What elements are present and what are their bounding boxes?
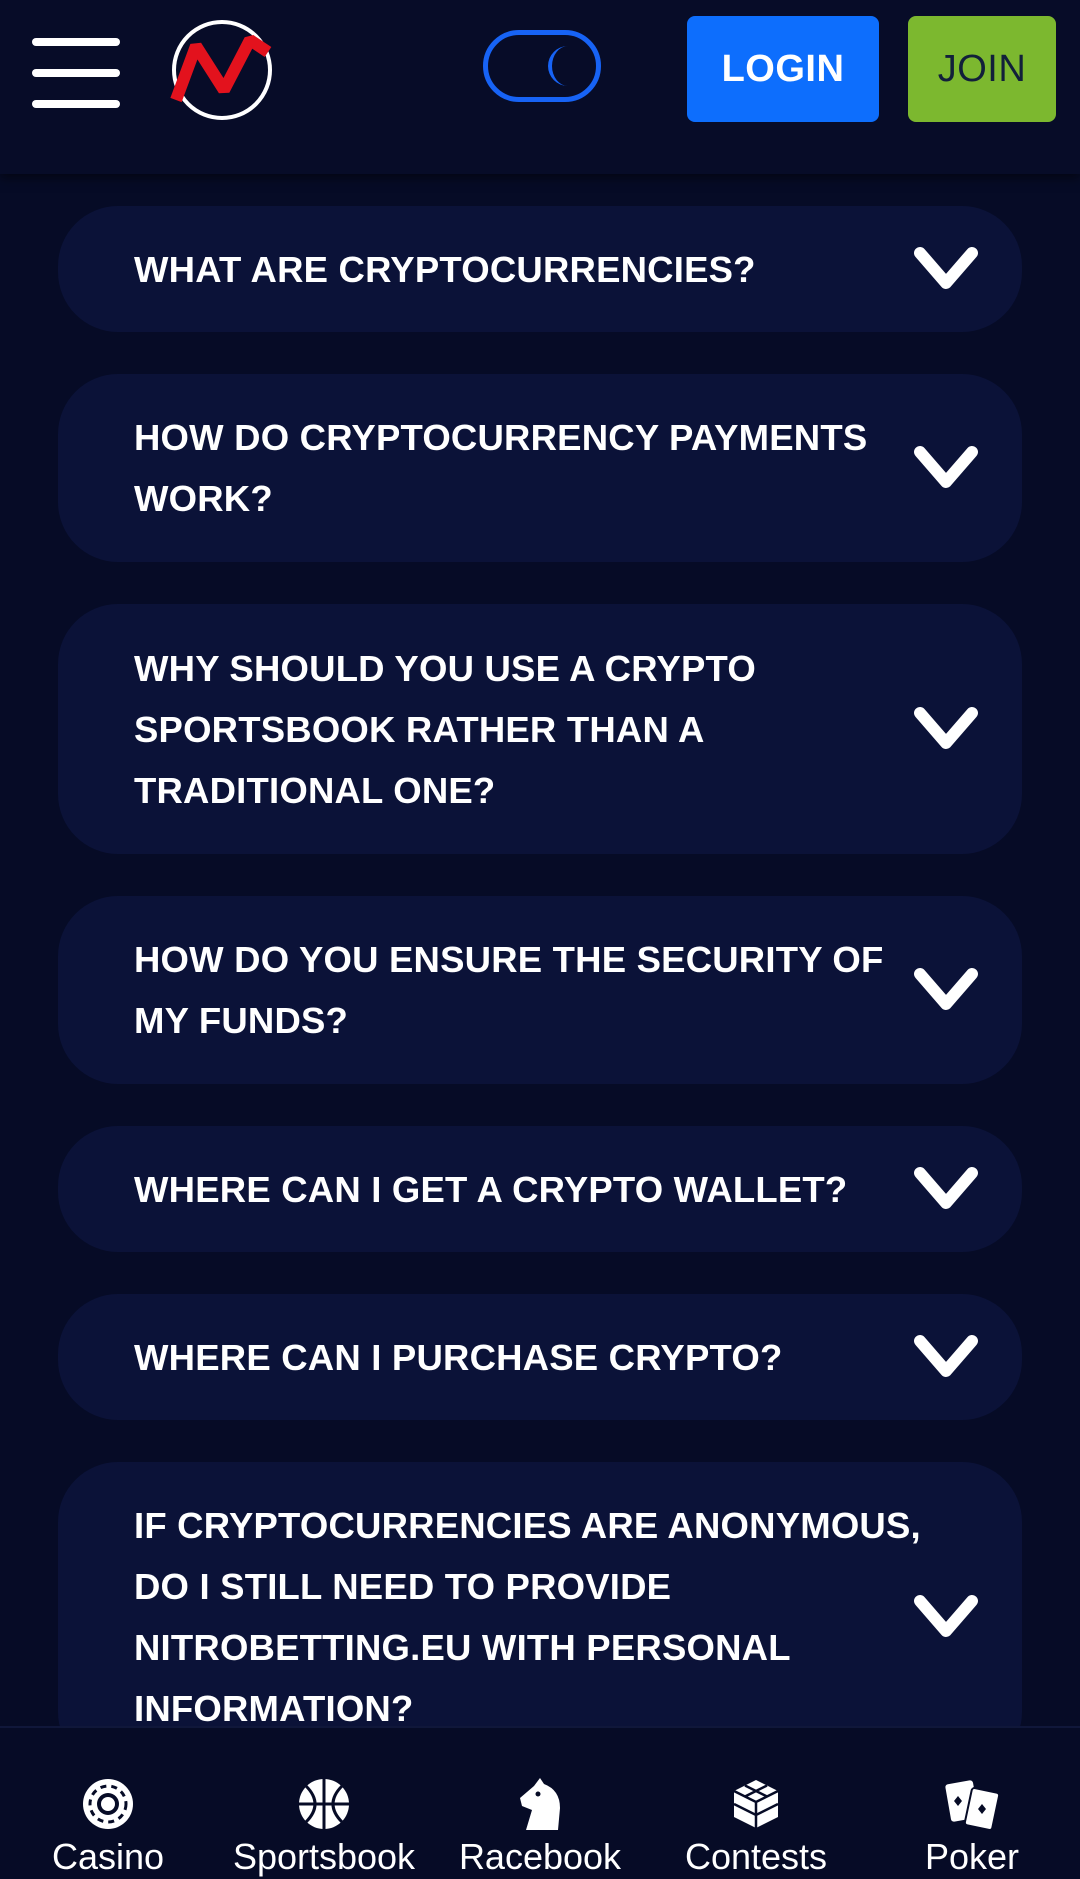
faq-item[interactable]: WHY SHOULD YOU USE A CRYPTO SPORTSBOOK R…: [58, 604, 1022, 854]
faq-question: WHERE CAN I PURCHASE CRYPTO?: [134, 1336, 783, 1378]
moon-icon: [548, 46, 568, 86]
chevron-down-icon: [914, 1335, 978, 1377]
bottom-nav: Casino Sportsbook Racebook Contests Poke…: [0, 1726, 1080, 1879]
faq-question: WHERE CAN I GET A CRYPTO WALLET?: [134, 1168, 848, 1210]
chevron-down-icon: [914, 1167, 978, 1209]
chevron-down-icon: [914, 247, 978, 289]
nav-item-racebook[interactable]: Racebook: [432, 1728, 648, 1879]
faq-item[interactable]: WHERE CAN I PURCHASE CRYPTO?: [58, 1294, 1022, 1420]
nav-item-poker[interactable]: Poker: [864, 1728, 1080, 1879]
faq-item[interactable]: WHAT ARE CRYPTOCURRENCIES?: [58, 206, 1022, 332]
chevron-down-icon: [914, 968, 978, 1010]
faq-question: HOW DO CRYPTOCURRENCY PAYMENTS WORK?: [134, 417, 868, 519]
nav-label: Racebook: [458, 1836, 622, 1877]
faq-question: IF CRYPTOCURRENCIES ARE ANONYMOUS, DO I …: [134, 1505, 921, 1729]
faq-item[interactable]: HOW DO YOU ENSURE THE SECURITY OF MY FUN…: [58, 896, 1022, 1084]
top-header: LOGIN JOIN: [0, 0, 1080, 174]
casino-chip-icon: [83, 1779, 133, 1829]
faq-item[interactable]: HOW DO CRYPTOCURRENCY PAYMENTS WORK?: [58, 374, 1022, 562]
nav-label: Contests: [684, 1836, 828, 1877]
chevron-down-icon: [914, 446, 978, 488]
faq-question: WHY SHOULD YOU USE A CRYPTO SPORTSBOOK R…: [134, 647, 756, 811]
menu-icon[interactable]: [32, 38, 120, 108]
nav-item-contests[interactable]: Contests: [648, 1728, 864, 1879]
cube-icon: [733, 1780, 779, 1828]
faq-question: WHAT ARE CRYPTOCURRENCIES?: [134, 248, 756, 290]
nav-label: Poker: [924, 1836, 1020, 1877]
faq-item[interactable]: WHERE CAN I GET A CRYPTO WALLET?: [58, 1126, 1022, 1252]
join-button[interactable]: JOIN: [908, 16, 1056, 122]
nav-item-casino[interactable]: Casino: [0, 1728, 216, 1879]
nav-label: Casino: [51, 1836, 165, 1877]
chevron-down-icon: [914, 1595, 978, 1637]
faq-question: HOW DO YOU ENSURE THE SECURITY OF MY FUN…: [134, 939, 884, 1041]
login-button[interactable]: LOGIN: [687, 16, 879, 122]
chevron-down-icon: [914, 707, 978, 749]
nitro-logo-icon[interactable]: [168, 16, 276, 124]
theme-toggle[interactable]: [483, 30, 601, 102]
faq-list: WHAT ARE CRYPTOCURRENCIES? HOW DO CRYPTO…: [58, 206, 1022, 1814]
horse-head-icon: [520, 1778, 560, 1830]
basketball-icon: [299, 1779, 349, 1829]
nav-label: Sportsbook: [232, 1836, 416, 1877]
nav-item-sportsbook[interactable]: Sportsbook: [216, 1728, 432, 1879]
playing-cards-icon: [945, 1780, 1000, 1831]
